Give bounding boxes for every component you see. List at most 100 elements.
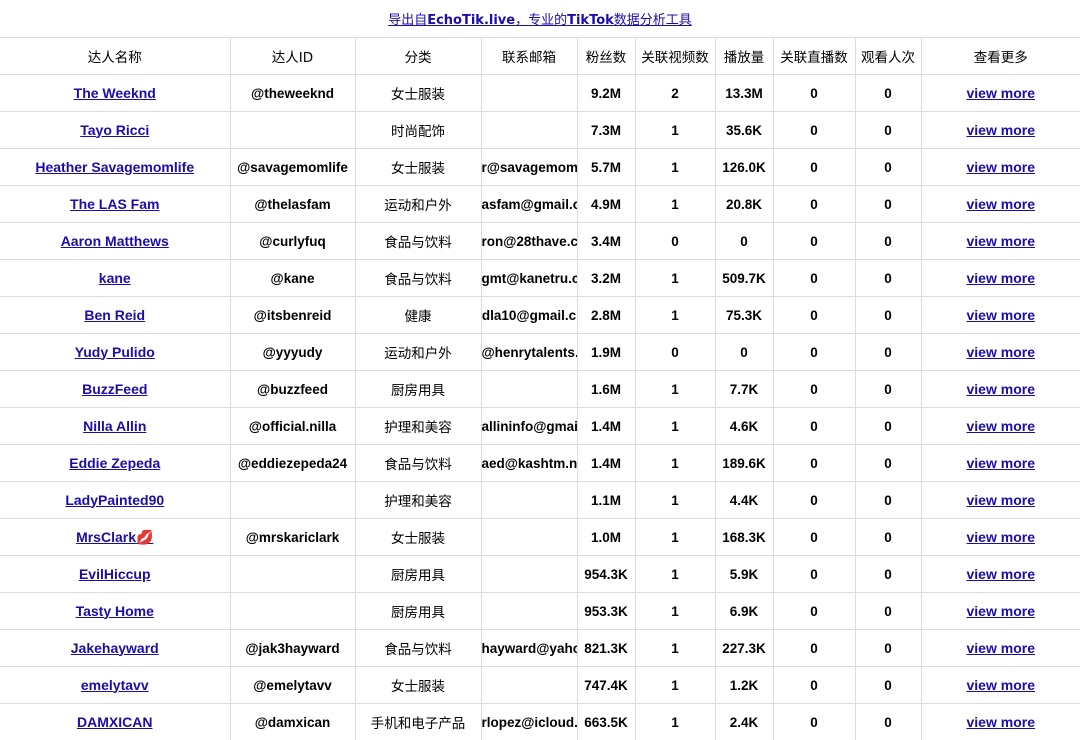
live-count: 0 (810, 456, 818, 471)
table-row: Eddie Zepeda@eddiezepeda24食品与饮料aed@kasht… (0, 445, 1080, 482)
live-count-cell: 0 (773, 371, 855, 408)
view-count: 6.9K (730, 604, 759, 619)
header-lives: 关联直播数 (773, 38, 855, 75)
influencer-name-link[interactable]: Ben Reid (84, 307, 145, 323)
echotik-link[interactable]: 导出自EchoTik.live，专业的TikTok数据分析工具 (388, 9, 692, 28)
influencer-id-cell: @official.nilla (230, 408, 355, 445)
viewer-count-cell: 0 (855, 445, 921, 482)
view-more-link[interactable]: view more (967, 603, 1035, 619)
video-count: 1 (671, 456, 679, 471)
video-count-cell: 1 (635, 297, 715, 334)
live-count-cell: 0 (773, 445, 855, 482)
header-views: 播放量 (715, 38, 773, 75)
header-category: 分类 (355, 38, 481, 75)
video-count: 1 (671, 493, 679, 508)
view-more-link[interactable]: view more (967, 159, 1035, 175)
influencer-name-link[interactable]: MrsClark💋 (76, 529, 153, 545)
influencer-name-link[interactable]: The LAS Fam (70, 196, 159, 212)
view-more-link[interactable]: view more (967, 714, 1035, 730)
viewer-count-cell: 0 (855, 371, 921, 408)
influencer-name-link[interactable]: The Weeknd (74, 85, 156, 101)
followers-count: 7.3M (591, 123, 621, 138)
view-more-link[interactable]: view more (967, 640, 1035, 656)
view-count: 4.6K (730, 419, 759, 434)
live-count-cell: 0 (773, 667, 855, 704)
influencer-name-link[interactable]: emelytavv (81, 677, 149, 693)
live-count: 0 (810, 567, 818, 582)
live-count: 0 (810, 271, 818, 286)
influencer-name-link[interactable]: Heather Savagemomlife (35, 159, 194, 175)
influencer-name-link-cell: Heather Savagemomlife (0, 149, 230, 186)
influencer-name-link[interactable]: EvilHiccup (79, 566, 151, 582)
live-count: 0 (810, 715, 818, 730)
view-more-link[interactable]: view more (967, 492, 1035, 508)
banner-prefix: 导出自 (388, 13, 427, 28)
header-viewers: 观看人次 (855, 38, 921, 75)
view-more-link[interactable]: view more (967, 85, 1035, 101)
video-count: 1 (671, 567, 679, 582)
view-more-link[interactable]: view more (967, 418, 1035, 434)
banner-brand: TikTok (567, 13, 614, 28)
influencer-name-link[interactable]: DAMXICAN (77, 714, 152, 730)
influencer-id: @curlyfuq (259, 234, 325, 249)
view-more-link[interactable]: view more (967, 122, 1035, 138)
contact-email: rlopez@icloud. (482, 715, 578, 730)
influencer-name-link[interactable]: Nilla Allin (83, 418, 146, 434)
table-row: Yudy Pulido@yyyudy运动和户外@henrytalents.1.9… (0, 334, 1080, 371)
influencer-name-link[interactable]: Yudy Pulido (75, 344, 155, 360)
influencer-name-link[interactable]: Aaron Matthews (61, 233, 169, 249)
view-more-link[interactable]: view more (967, 566, 1035, 582)
viewer-count: 0 (884, 530, 892, 545)
view-count-cell: 6.9K (715, 593, 773, 630)
influencer-name-link[interactable]: BuzzFeed (82, 381, 147, 397)
influencer-id: @damxican (255, 715, 330, 730)
followers-count-cell: 953.3K (577, 593, 635, 630)
video-count-cell: 1 (635, 186, 715, 223)
influencer-id: @mrskariclark (246, 530, 339, 545)
influencer-name-link-cell: MrsClark💋 (0, 519, 230, 556)
influencer-name-link[interactable]: Tasty Home (76, 603, 154, 619)
view-more-link[interactable]: view more (967, 455, 1035, 471)
view-more-link[interactable]: view more (967, 196, 1035, 212)
followers-count: 3.4M (591, 234, 621, 249)
viewer-count: 0 (884, 678, 892, 693)
category-cell: 食品与饮料 (355, 630, 481, 667)
followers-count-cell: 3.4M (577, 223, 635, 260)
view-more-link[interactable]: view more (967, 381, 1035, 397)
contact-email-cell: @henrytalents. (481, 334, 577, 371)
influencer-name-link-cell: kane (0, 260, 230, 297)
contact-email-cell: aed@kashtm.n (481, 445, 577, 482)
view-more-link[interactable]: view more (967, 344, 1035, 360)
video-count: 1 (671, 678, 679, 693)
table-row: LadyPainted90护理和美容1.1M14.4K00view more (0, 482, 1080, 519)
influencer-name-link[interactable]: kane (99, 270, 131, 286)
contact-email-cell: allininfo@gmail (481, 408, 577, 445)
followers-count-cell: 821.3K (577, 630, 635, 667)
influencer-name-link[interactable]: LadyPainted90 (65, 492, 164, 508)
view-more-link-cell: view more (921, 371, 1080, 408)
view-count-cell: 0 (715, 334, 773, 371)
contact-email-cell: ron@28thave.c (481, 223, 577, 260)
view-more-link[interactable]: view more (967, 677, 1035, 693)
view-more-link[interactable]: view more (967, 233, 1035, 249)
view-more-link[interactable]: view more (967, 307, 1035, 323)
table-row: The LAS Fam@thelasfam运动和户外asfam@gmail.c4… (0, 186, 1080, 223)
view-more-link[interactable]: view more (967, 270, 1035, 286)
influencer-id-cell (230, 112, 355, 149)
view-count: 7.7K (730, 382, 759, 397)
view-more-link-cell: view more (921, 630, 1080, 667)
influencer-id-cell: @savagemomlife (230, 149, 355, 186)
category: 护理和美容 (384, 494, 452, 510)
followers-count: 3.2M (591, 271, 621, 286)
viewer-count: 0 (884, 419, 892, 434)
view-more-link-cell: view more (921, 556, 1080, 593)
influencer-name-link[interactable]: Eddie Zepeda (69, 455, 160, 471)
category: 时尚配饰 (391, 124, 445, 140)
view-more-link[interactable]: view more (967, 529, 1035, 545)
contact-email: ron@28thave.c (482, 234, 578, 249)
live-count-cell: 0 (773, 334, 855, 371)
influencer-name-link[interactable]: Tayo Ricci (80, 122, 149, 138)
live-count: 0 (810, 493, 818, 508)
influencer-name-link[interactable]: Jakehayward (71, 640, 159, 656)
banner-middle: ，专业的 (515, 13, 567, 28)
